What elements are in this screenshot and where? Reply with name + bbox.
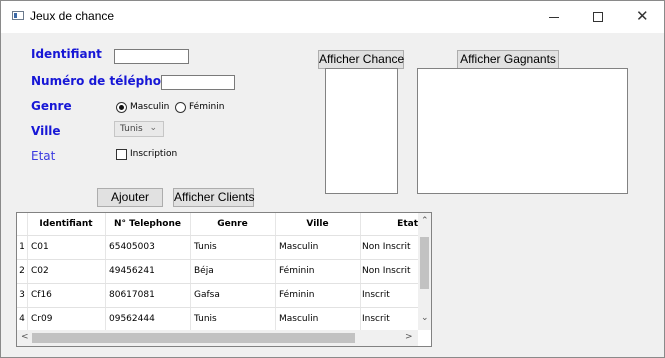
minimize-button[interactable] bbox=[532, 1, 576, 33]
identifiant-label: Identifiant bbox=[31, 47, 102, 61]
table-cell[interactable]: Non Inscrit bbox=[362, 242, 411, 252]
genre-label: Genre bbox=[31, 99, 72, 113]
column-header[interactable]: N° Telephone bbox=[105, 213, 190, 235]
row-divider bbox=[17, 259, 418, 260]
app-window: Jeux de chance ✕ Identifiant Numéro de t… bbox=[0, 0, 665, 358]
table-cell[interactable]: C01 bbox=[31, 242, 49, 252]
radio-feminin[interactable] bbox=[175, 102, 186, 113]
row-number: 3 bbox=[19, 290, 25, 300]
window-title: Jeux de chance bbox=[30, 9, 115, 23]
table-cell[interactable]: Cf16 bbox=[31, 290, 52, 300]
table-cell[interactable]: Inscrit bbox=[362, 290, 390, 300]
column-header[interactable]: Etat bbox=[360, 213, 418, 235]
column-header[interactable]: Genre bbox=[190, 213, 275, 235]
ajouter-button[interactable]: Ajouter bbox=[97, 188, 163, 207]
inscription-checkbox[interactable] bbox=[116, 149, 127, 160]
row-divider bbox=[17, 235, 418, 236]
radio-feminin-label: Féminin bbox=[189, 102, 225, 112]
afficher-gagnants-button[interactable]: Afficher Gagnants bbox=[457, 50, 559, 69]
table-cell[interactable]: Gafsa bbox=[194, 290, 220, 300]
column-header[interactable]: Identifiant bbox=[27, 213, 105, 235]
gagnants-list-panel[interactable] bbox=[417, 68, 628, 194]
ville-label: Ville bbox=[31, 124, 61, 138]
maximize-button[interactable] bbox=[576, 1, 620, 33]
telephone-label: Numéro de téléphone bbox=[31, 74, 178, 88]
scroll-right-icon[interactable]: > bbox=[405, 332, 413, 342]
chance-list-panel[interactable] bbox=[325, 68, 398, 194]
column-divider bbox=[190, 213, 191, 330]
etat-label: Etat bbox=[31, 149, 56, 163]
column-header[interactable]: Ville bbox=[275, 213, 360, 235]
table-cell[interactable]: Tunis bbox=[194, 242, 217, 252]
table-cell[interactable]: Masculin bbox=[279, 314, 318, 324]
table-cell[interactable]: Féminin bbox=[279, 266, 314, 276]
row-divider bbox=[17, 283, 418, 284]
row-number: 2 bbox=[19, 266, 25, 276]
identifiant-input[interactable] bbox=[114, 49, 189, 64]
chevron-down-icon: ⌄ bbox=[149, 123, 157, 133]
table-cell[interactable]: 80617081 bbox=[109, 290, 155, 300]
close-icon: ✕ bbox=[636, 7, 649, 25]
row-number: 1 bbox=[19, 242, 25, 252]
scroll-up-icon[interactable]: ⌃ bbox=[421, 216, 429, 226]
radio-masculin-label: Masculin bbox=[130, 102, 170, 112]
column-divider bbox=[105, 213, 106, 330]
afficher-clients-button[interactable]: Afficher Clients bbox=[173, 188, 254, 207]
app-window-icon bbox=[12, 11, 24, 20]
scroll-left-icon[interactable]: < bbox=[21, 332, 29, 342]
table-cell[interactable]: Béja bbox=[194, 266, 214, 276]
table-cell[interactable]: Masculin bbox=[279, 242, 318, 252]
column-divider bbox=[275, 213, 276, 330]
horizontal-scroll-thumb[interactable] bbox=[32, 333, 355, 343]
ville-select[interactable]: Tunis ⌄ bbox=[114, 121, 164, 137]
table-cell[interactable]: 09562444 bbox=[109, 314, 155, 324]
ville-select-value: Tunis bbox=[120, 124, 143, 134]
horizontal-scrollbar[interactable]: < > bbox=[17, 330, 418, 346]
table-cell[interactable]: Tunis bbox=[194, 314, 217, 324]
column-divider bbox=[360, 213, 361, 330]
radio-masculin[interactable] bbox=[116, 102, 127, 113]
inscription-label: Inscription bbox=[130, 149, 178, 159]
table-cell[interactable]: 49456241 bbox=[109, 266, 155, 276]
maximize-icon bbox=[593, 12, 603, 22]
close-button[interactable]: ✕ bbox=[620, 1, 664, 33]
minimize-icon bbox=[549, 17, 559, 18]
vertical-scrollbar[interactable]: ⌃ ⌄ bbox=[418, 213, 431, 330]
afficher-chance-button[interactable]: Afficher Chance bbox=[318, 50, 404, 69]
row-number: 4 bbox=[19, 314, 25, 324]
table-cell[interactable]: C02 bbox=[31, 266, 49, 276]
table-cell[interactable]: Féminin bbox=[279, 290, 314, 300]
table-cell[interactable]: 65405003 bbox=[109, 242, 155, 252]
table-cell[interactable]: Cr09 bbox=[31, 314, 52, 324]
scroll-down-icon[interactable]: ⌄ bbox=[421, 313, 429, 323]
table-cell[interactable]: Non Inscrit bbox=[362, 266, 411, 276]
title-bar: Jeux de chance ✕ bbox=[1, 1, 664, 33]
vertical-scroll-thumb[interactable] bbox=[420, 237, 429, 289]
table-cell[interactable]: Inscrit bbox=[362, 314, 390, 324]
row-divider bbox=[17, 307, 418, 308]
telephone-input[interactable] bbox=[161, 75, 235, 90]
clients-table[interactable]: Identifiant N° Telephone Genre Ville Eta… bbox=[16, 212, 432, 347]
column-divider bbox=[27, 213, 28, 330]
